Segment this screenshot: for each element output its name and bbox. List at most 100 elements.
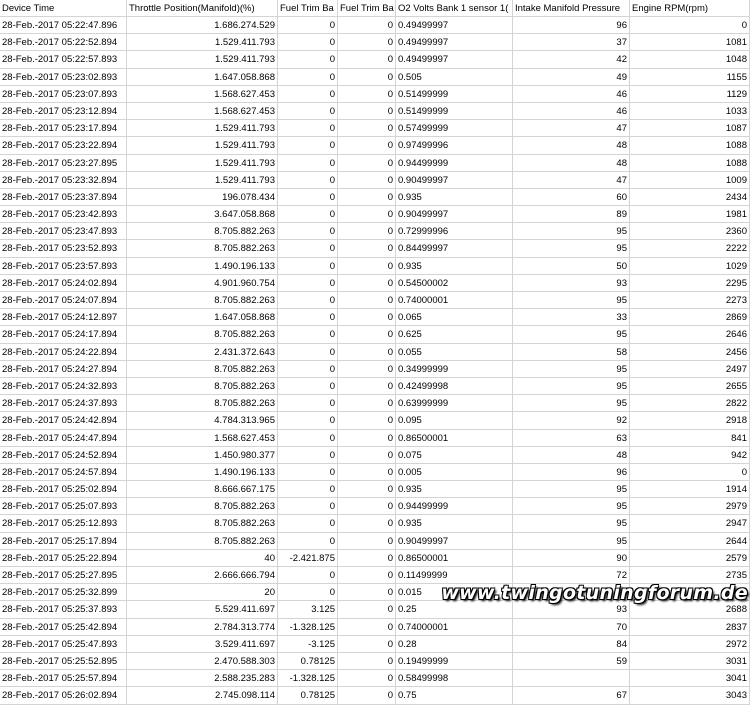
cell-device-time[interactable]: 28-Feb.-2017 05:25:27.895 [0,567,127,585]
cell-fuel-trim-1[interactable]: 0.78125 [278,652,338,671]
cell-device-time[interactable]: 28-Feb.-2017 05:23:17.894 [0,120,127,138]
cell-intake-manifold-pressure[interactable]: 67 [513,687,630,705]
cell-device-time[interactable]: 28-Feb.-2017 05:23:47.893 [0,223,127,241]
cell-engine-rpm[interactable]: 942 [630,446,750,464]
cell-engine-rpm[interactable]: 2646 [630,326,750,344]
cell-intake-manifold-pressure[interactable]: 96 [513,17,630,35]
cell-device-time[interactable]: 28-Feb.-2017 05:22:47.896 [0,17,127,35]
cell-fuel-trim-2[interactable]: 0 [338,360,396,378]
cell-fuel-trim-1[interactable]: -3.125 [278,635,338,653]
cell-o2-volts[interactable]: 0.34999999 [396,360,513,378]
cell-fuel-trim-2[interactable]: 0 [338,154,396,172]
cell-throttle-position[interactable]: 2.431.372.643 [127,343,278,361]
cell-o2-volts[interactable]: 0.57499999 [396,120,513,138]
cell-o2-volts[interactable]: 0.97499996 [396,137,513,155]
cell-engine-rpm[interactable]: 2644 [630,532,750,550]
cell-fuel-trim-2[interactable]: 0 [338,102,396,121]
cell-fuel-trim-1[interactable]: -1.328.125 [278,618,338,636]
cell-o2-volts[interactable]: 0.74000001 [396,618,513,636]
cell-engine-rpm[interactable]: 2222 [630,240,750,258]
cell-o2-volts[interactable]: 0.90499997 [396,206,513,224]
cell-throttle-position[interactable]: 1.568.627.453 [127,85,278,103]
cell-engine-rpm[interactable]: 0 [630,17,750,35]
header-throttle-position[interactable]: Throttle Position(Manifold)(%) [127,0,278,17]
cell-intake-manifold-pressure[interactable]: 50 [513,257,630,275]
cell-device-time[interactable]: 28-Feb.-2017 05:25:47.893 [0,635,127,653]
cell-fuel-trim-2[interactable]: 0 [338,137,396,155]
cell-o2-volts[interactable]: 0.84499997 [396,240,513,258]
header-engine-rpm[interactable]: Engine RPM(rpm) [630,0,750,17]
cell-o2-volts[interactable]: 0.94499999 [396,154,513,172]
cell-intake-manifold-pressure[interactable]: 95 [513,377,630,396]
cell-fuel-trim-1[interactable]: 0 [278,498,338,516]
cell-engine-rpm[interactable]: 2579 [630,549,750,567]
header-device-time[interactable]: Device Time [0,0,127,17]
cell-device-time[interactable]: 28-Feb.-2017 05:23:52.893 [0,240,127,258]
cell-throttle-position[interactable]: 1.450.980.377 [127,446,278,464]
cell-o2-volts[interactable]: 0.49499997 [396,17,513,35]
cell-o2-volts[interactable]: 0.75 [396,687,513,705]
cell-device-time[interactable]: 28-Feb.-2017 05:24:37.893 [0,395,127,413]
cell-device-time[interactable]: 28-Feb.-2017 05:24:02.894 [0,274,127,292]
cell-throttle-position[interactable]: 1.529.411.793 [127,34,278,52]
cell-fuel-trim-2[interactable]: 0 [338,532,396,550]
cell-fuel-trim-1[interactable]: 0 [278,257,338,275]
cell-engine-rpm[interactable]: 2497 [630,360,750,378]
cell-fuel-trim-1[interactable]: -1.328.125 [278,670,338,688]
cell-engine-rpm[interactable]: 2360 [630,223,750,241]
cell-fuel-trim-2[interactable]: 0 [338,395,396,413]
cell-fuel-trim-2[interactable]: 0 [338,85,396,103]
cell-intake-manifold-pressure[interactable]: 47 [513,120,630,138]
cell-throttle-position[interactable]: 40 [127,549,278,567]
cell-fuel-trim-2[interactable]: 0 [338,446,396,464]
cell-throttle-position[interactable]: 8.705.882.263 [127,498,278,516]
cell-fuel-trim-2[interactable]: 0 [338,274,396,292]
cell-engine-rpm[interactable]: 3043 [630,687,750,705]
cell-device-time[interactable]: 28-Feb.-2017 05:23:07.893 [0,85,127,103]
cell-fuel-trim-2[interactable]: 0 [338,257,396,275]
cell-engine-rpm[interactable]: 2979 [630,498,750,516]
cell-intake-manifold-pressure[interactable]: 95 [513,498,630,516]
cell-engine-rpm[interactable]: 2947 [630,515,750,533]
cell-fuel-trim-1[interactable]: 0 [278,154,338,172]
cell-fuel-trim-2[interactable]: 0 [338,670,396,688]
cell-fuel-trim-2[interactable]: 0 [338,687,396,705]
cell-device-time[interactable]: 28-Feb.-2017 05:23:37.894 [0,188,127,207]
cell-intake-manifold-pressure[interactable]: 84 [513,635,630,653]
cell-fuel-trim-2[interactable]: 0 [338,515,396,533]
cell-throttle-position[interactable]: 4.901.960.754 [127,274,278,292]
cell-o2-volts[interactable]: 0.51499999 [396,102,513,121]
cell-o2-volts[interactable]: 0.86500001 [396,549,513,567]
cell-engine-rpm[interactable]: 2456 [630,343,750,361]
cell-throttle-position[interactable]: 8.705.882.263 [127,395,278,413]
cell-fuel-trim-2[interactable]: 0 [338,567,396,585]
cell-throttle-position[interactable]: 196.078.434 [127,188,278,207]
cell-throttle-position[interactable]: 1.490.196.133 [127,257,278,275]
cell-fuel-trim-1[interactable]: 0 [278,68,338,86]
cell-fuel-trim-1[interactable]: 0 [278,343,338,361]
cell-fuel-trim-1[interactable]: 0 [278,137,338,155]
cell-fuel-trim-2[interactable]: 0 [338,498,396,516]
cell-device-time[interactable]: 28-Feb.-2017 05:23:02.893 [0,68,127,86]
cell-engine-rpm[interactable]: 2918 [630,412,750,430]
cell-o2-volts[interactable]: 0.54500002 [396,274,513,292]
cell-fuel-trim-1[interactable]: 0 [278,240,338,258]
cell-engine-rpm[interactable]: 2688 [630,601,750,619]
cell-intake-manifold-pressure[interactable]: 95 [513,326,630,344]
cell-intake-manifold-pressure[interactable]: 63 [513,429,630,447]
cell-engine-rpm[interactable]: 1981 [630,206,750,224]
cell-device-time[interactable]: 28-Feb.-2017 05:25:52.895 [0,652,127,671]
cell-fuel-trim-1[interactable]: 0 [278,274,338,292]
cell-o2-volts[interactable]: 0.095 [396,412,513,430]
cell-fuel-trim-1[interactable]: 0 [278,429,338,447]
cell-engine-rpm[interactable]: 1088 [630,137,750,155]
cell-engine-rpm[interactable]: 2482 [630,584,750,602]
cell-intake-manifold-pressure[interactable]: 48 [513,137,630,155]
cell-throttle-position[interactable]: 1.529.411.793 [127,51,278,69]
cell-fuel-trim-1[interactable]: 0 [278,377,338,396]
cell-throttle-position[interactable]: 1.490.196.133 [127,463,278,482]
cell-engine-rpm[interactable]: 0 [630,463,750,482]
cell-throttle-position[interactable]: 8.666.667.175 [127,481,278,499]
cell-device-time[interactable]: 28-Feb.-2017 05:25:37.893 [0,601,127,619]
cell-intake-manifold-pressure[interactable]: 58 [513,343,630,361]
